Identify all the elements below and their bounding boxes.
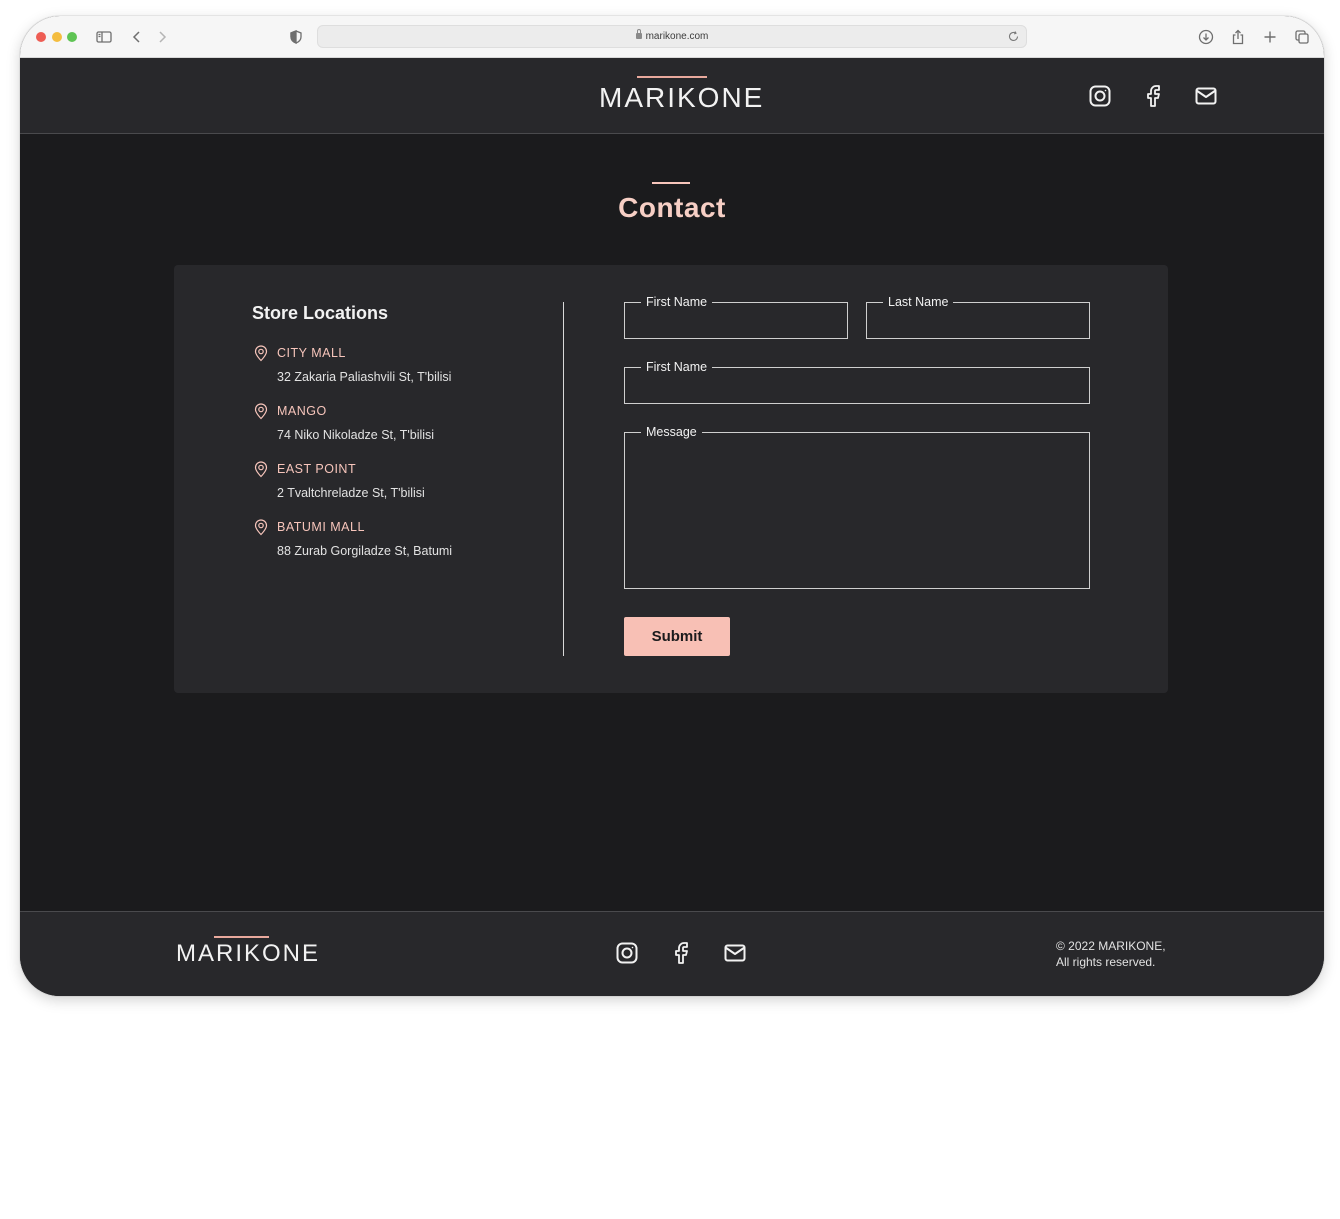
store-address: 74 Niko Nikoladze St, T'bilisi xyxy=(277,428,435,442)
location-pin-icon xyxy=(252,344,270,362)
message-textarea[interactable] xyxy=(625,433,1089,588)
logo-accent-bar xyxy=(214,936,269,938)
location-pin-icon xyxy=(252,402,270,420)
location-pin-icon xyxy=(252,518,270,536)
first-name-field[interactable]: First Name xyxy=(624,294,848,339)
url-text: marikone.com xyxy=(645,31,709,42)
mail-icon[interactable] xyxy=(723,941,747,965)
tab-overview-icon[interactable] xyxy=(1293,28,1311,46)
store-name: EAST POINT xyxy=(277,462,357,476)
title-accent-rule xyxy=(652,182,690,184)
back-icon[interactable] xyxy=(128,28,146,46)
email-field[interactable]: First Name xyxy=(624,359,1090,404)
site-header: MARIKONE xyxy=(20,58,1324,134)
last-name-label: Last Name xyxy=(883,294,954,310)
minimize-window-button[interactable] xyxy=(52,32,62,42)
facebook-icon[interactable] xyxy=(1141,84,1165,108)
site-logo[interactable]: MARIKONE xyxy=(599,76,765,114)
logo-accent-bar xyxy=(637,76,707,78)
first-name-label: First Name xyxy=(641,294,713,310)
share-icon[interactable] xyxy=(1229,28,1247,46)
store-name: CITY MALL xyxy=(277,346,346,360)
zoom-window-button[interactable] xyxy=(67,32,77,42)
submit-button[interactable]: Submit xyxy=(624,617,730,656)
sidebar-toggle-icon[interactable] xyxy=(95,28,113,46)
lock-icon xyxy=(635,29,642,39)
copyright-text: © 2022 MARIKONE, All rights reserved. xyxy=(1056,938,1166,970)
copyright-line-1: © 2022 MARIKONE, xyxy=(1056,939,1166,953)
copyright-line-2: All rights reserved. xyxy=(1056,955,1156,969)
email-label: First Name xyxy=(641,359,713,375)
browser-window: marikone.com MARIKONE Contact Store Loca… xyxy=(20,16,1324,996)
new-tab-icon[interactable] xyxy=(1261,28,1279,46)
privacy-shield-icon[interactable] xyxy=(287,28,305,46)
location-pin-icon xyxy=(252,460,270,478)
downloads-icon[interactable] xyxy=(1197,28,1215,46)
footer-logo-text: MARIKONE xyxy=(176,940,321,967)
close-window-button[interactable] xyxy=(36,32,46,42)
message-field[interactable]: Message xyxy=(624,424,1090,589)
forward-icon[interactable] xyxy=(153,28,171,46)
site-footer: MARIKONE © 2022 MARIKONE, All rights res… xyxy=(20,911,1324,996)
store-name: MANGO xyxy=(277,404,327,418)
page-title: Contact xyxy=(618,192,726,223)
message-label: Message xyxy=(641,424,702,440)
store-address: 88 Zurab Gorgiladze St, Batumi xyxy=(277,544,453,558)
store-address: 32 Zakaria Paliashvili St, T'bilisi xyxy=(277,370,452,384)
contact-card: Store Locations CITY MALL 32 Zakaria Pal… xyxy=(174,265,1168,693)
reload-icon[interactable] xyxy=(1007,30,1020,43)
site-logo-text: MARIKONE xyxy=(599,82,765,113)
browser-toolbar: marikone.com xyxy=(20,16,1324,58)
last-name-field[interactable]: Last Name xyxy=(866,294,1090,339)
instagram-icon[interactable] xyxy=(1088,84,1112,108)
footer-logo[interactable]: MARIKONE xyxy=(176,936,321,968)
vertical-divider xyxy=(563,302,564,656)
facebook-icon[interactable] xyxy=(669,941,693,965)
mail-icon[interactable] xyxy=(1194,84,1218,108)
store-address: 2 Tvaltchreladze St, T'bilisi xyxy=(277,486,425,500)
address-bar[interactable]: marikone.com xyxy=(317,25,1027,48)
store-name: BATUMI MALL xyxy=(277,520,365,534)
instagram-icon[interactable] xyxy=(615,941,639,965)
store-locations-heading: Store Locations xyxy=(252,303,389,323)
